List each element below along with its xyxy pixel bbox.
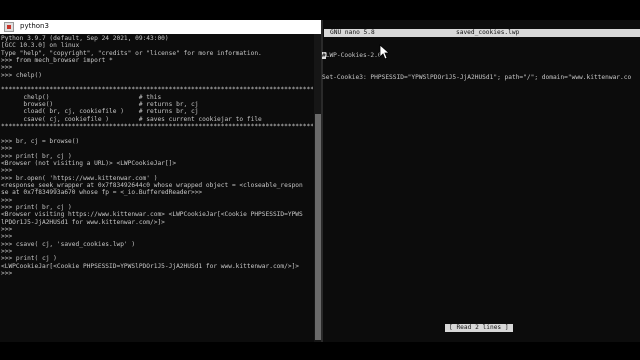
terminal-output[interactable]: Python 3.9.7 (default, Sep 24 2021, 09:4… (1, 35, 313, 340)
terminal-line: Python 3.9.7 (default, Sep 24 2021, 09:4… (1, 35, 169, 42)
terminal-line: csave( cj, cookiefile ) # saves current … (1, 115, 262, 123)
status-message: [ Read 2 lines ] (445, 324, 513, 332)
terminal-line: >>> br, cj = browse() (1, 137, 80, 145)
buffer-line-1[interactable]: #LWP-Cookies-2.0 (322, 51, 640, 59)
terminal-line: >>> (1, 145, 13, 153)
terminal-line: >>> br.open( 'https://www.kittenwar.com'… (1, 174, 158, 182)
python-terminal-window[interactable]: python3 Python 3.9.7 (default, Sep 24 20… (0, 20, 322, 342)
terminal-line: [GCC 10.3.0] on linux (1, 42, 80, 50)
terminal-line: chelp() # this (1, 93, 162, 101)
terminal-line: >>> (1, 64, 13, 72)
terminal-line: >>> csave( cj, 'saved_cookies.lwp' ) (1, 240, 136, 248)
terminal-line: <LWPCookieJar[<Cookie PHPSESSID=YPWSlPDO… (1, 262, 300, 270)
terminal-line: >>> (1, 233, 13, 241)
mouse-pointer-icon (379, 44, 389, 60)
nano-version: GNU nano 5.8 (330, 29, 375, 36)
terminal-line: >>> (1, 247, 13, 255)
window-titlebar[interactable]: python3 (0, 20, 322, 34)
terminal-line: ****************************************… (1, 123, 313, 131)
terminal-line: browse() # returns br, cj (1, 101, 199, 109)
terminal-line: <Browser visiting https://www.kittenwar.… (1, 211, 303, 219)
terminal-line: >>> print( br, cj ) (1, 152, 72, 160)
terminal-line: lPDOr1J5-JjA2HUSd1 for www.kittenwar.com… (1, 218, 165, 226)
editor-buffer[interactable]: #LWP-Cookies-2.0 Set-Cookie3: PHPSESSID=… (322, 37, 640, 96)
terminal-line: Type "help", "copyright", "credits" or "… (1, 49, 262, 57)
terminal-line: >>> from mech_browser import * (1, 57, 113, 65)
terminal-line: >>> print( cj ) (1, 255, 57, 263)
terminal-line: se at 0x7f834993a670 whose fp = <_io.Buf… (1, 189, 203, 197)
terminal-line: cload( br, cj, cookiefile ) # returns br… (1, 108, 199, 116)
window-title: python3 (20, 22, 49, 30)
nano-title-bar: GNU nano 5.8 saved_cookies.lwp (324, 29, 640, 37)
terminal-line: >>> (1, 270, 13, 277)
terminal-line: >>> chelp() (1, 71, 42, 79)
buffer-line-2[interactable]: Set-Cookie3: PHPSESSID="YPWSlPDOr1J5-JjA… (322, 74, 640, 81)
nano-editor-window[interactable]: GNU nano 5.8 saved_cookies.lwp #LWP-Cook… (321, 20, 640, 342)
terminal-line: <response_seek_wrapper at 0x7f83492644c0… (1, 181, 303, 189)
file-name: saved_cookies.lwp (456, 29, 520, 36)
terminal-line: >>> print( br, cj ) (1, 203, 72, 211)
buffer-line-1-text: LWP-Cookies-2.0 (325, 51, 382, 59)
terminal-line: <Browser (not visiting a URL)> <LWPCooki… (1, 159, 177, 167)
terminal-line: ****************************************… (1, 86, 313, 94)
terminal-line: >>> (1, 167, 13, 175)
terminal-line: >>> (1, 196, 13, 204)
python-icon (4, 22, 14, 32)
terminal-line: >>> (1, 225, 13, 233)
